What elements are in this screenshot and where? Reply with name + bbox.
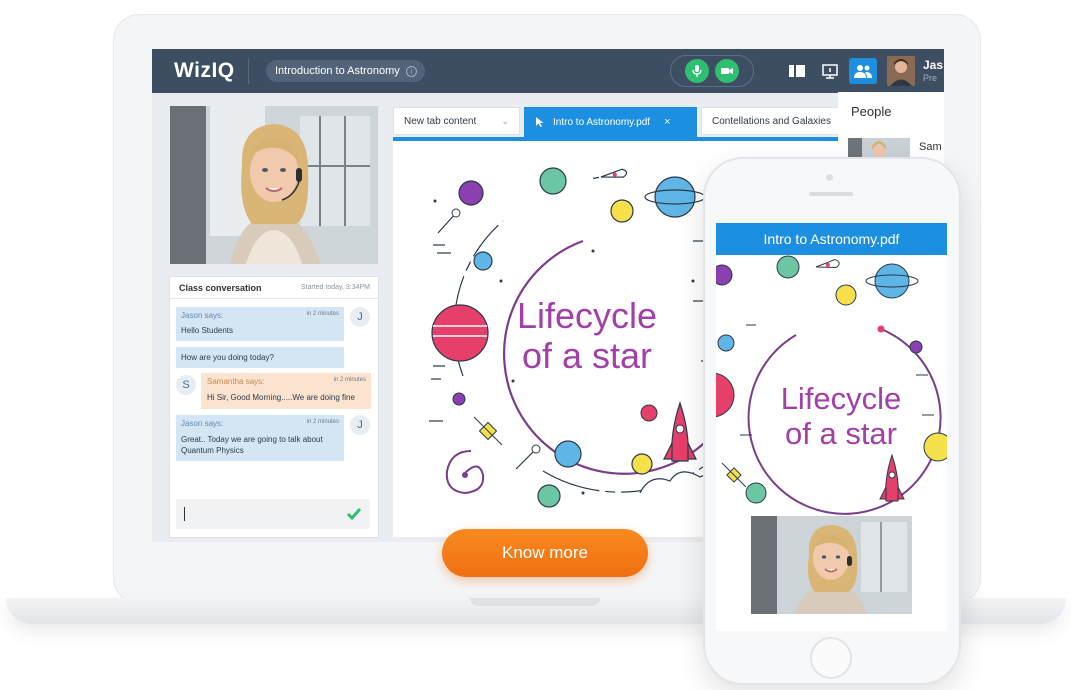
- people-button[interactable]: [849, 58, 877, 84]
- message-time: in 2 minutes: [306, 311, 339, 317]
- layout-button[interactable]: [786, 61, 808, 81]
- presenter-video[interactable]: [170, 106, 378, 264]
- text-caret: [184, 507, 185, 521]
- know-more-button[interactable]: Know more: [442, 529, 648, 577]
- screen-share-button[interactable]: [819, 61, 841, 81]
- user-role: Pre: [923, 73, 938, 83]
- info-icon[interactable]: i: [405, 65, 417, 77]
- user-avatar[interactable]: [887, 56, 915, 86]
- message-sender: Jason: [181, 419, 203, 428]
- mic-icon: [692, 65, 702, 77]
- tab-label: New tab content: [404, 115, 477, 127]
- chat-message: Jason says: in 2 minutes Hello Students: [176, 307, 344, 341]
- chat-input[interactable]: [176, 499, 370, 529]
- people-icon: [854, 65, 872, 78]
- message-text: Hi Sir, Good Morning.....We are doing fi…: [207, 393, 355, 402]
- phone-document-header[interactable]: Intro to Astronomy.pdf: [716, 223, 947, 255]
- message-says: says:: [204, 311, 224, 320]
- phone-presenter-photo: [751, 516, 912, 614]
- tab-intro-to-astronomy[interactable]: Intro to Astronomy.pdf ×: [524, 107, 697, 137]
- message-sender: Jason: [181, 311, 203, 320]
- check-icon[interactable]: [346, 507, 362, 521]
- class-title-pill[interactable]: Introduction to Astronomy i: [266, 60, 425, 82]
- phone-camera: [826, 174, 833, 181]
- chat-message: Samantha says: in 2 minutes Hi Sir, Good…: [201, 373, 371, 409]
- camera-icon: [721, 68, 733, 74]
- topbar-divider: [248, 58, 249, 84]
- message-text: How are you doing today?: [181, 353, 274, 362]
- phone-presenter-video[interactable]: [751, 516, 912, 614]
- class-title: Introduction to Astronomy: [275, 65, 400, 77]
- chevron-down-icon[interactable]: ⌄: [501, 116, 509, 127]
- chat-message: Jason says: in 2 minutes Great.. Today w…: [176, 415, 344, 461]
- message-says: says:: [204, 419, 224, 428]
- tab-new-tab-content[interactable]: New tab content ⌄: [393, 107, 520, 135]
- camera-button[interactable]: [715, 59, 739, 83]
- chat-title: Class conversation: [179, 282, 262, 293]
- user-photo: [887, 56, 915, 86]
- tab-constellations[interactable]: Contellations and Galaxies: [701, 107, 851, 135]
- sender-badge: J: [350, 415, 370, 435]
- rocket-icon: [593, 168, 628, 179]
- galaxy-icon: [445, 450, 485, 495]
- close-tab-icon[interactable]: ×: [664, 116, 670, 128]
- message-text: Hello Students: [181, 326, 234, 335]
- chat-started-time: Started today, 3:34PM: [300, 284, 370, 291]
- mic-button[interactable]: [685, 59, 709, 83]
- people-title: People: [851, 104, 892, 119]
- person-name[interactable]: Sam: [919, 141, 942, 153]
- message-time: in 2 minutes: [333, 377, 366, 383]
- tab-label: Contellations and Galaxies: [712, 115, 831, 127]
- presenter-photo: [170, 106, 378, 264]
- audio-video-controls: [670, 55, 754, 87]
- message-text: Great.. Today we are going to talk about…: [181, 435, 323, 455]
- message-sender: Samantha: [207, 377, 244, 386]
- phone-screen: Intro to Astronomy.pdf Lifecycle of a st…: [716, 223, 947, 631]
- top-bar: WizIQ Introduction to Astronomy i Jas Pr…: [152, 49, 944, 93]
- screen-share-icon: [822, 64, 838, 79]
- message-time: in 2 minutes: [306, 419, 339, 425]
- tab-label: Intro to Astronomy.pdf: [553, 116, 651, 128]
- laptop-notch: [470, 598, 600, 606]
- class-conversation-panel: Class conversation Started today, 3:34PM…: [170, 277, 378, 537]
- layout-icon: [789, 65, 805, 77]
- wiziq-logo[interactable]: WizIQ: [174, 59, 236, 83]
- sender-badge: J: [350, 307, 370, 327]
- phone-home-button[interactable]: [810, 637, 852, 679]
- phone-frame: Intro to Astronomy.pdf Lifecycle of a st…: [703, 157, 961, 685]
- satellite-icon: [473, 416, 503, 446]
- message-says: says:: [245, 377, 265, 386]
- document-tabs: New tab content ⌄ Intro to Astronomy.pdf…: [393, 107, 855, 137]
- chat-header: Class conversation Started today, 3:34PM: [170, 277, 378, 299]
- phone-speaker: [809, 192, 853, 196]
- phone-title-line2: of a star: [785, 416, 897, 451]
- cursor-icon: [536, 117, 544, 127]
- sender-badge: S: [176, 375, 196, 395]
- phone-document-title: Lifecycle of a star: [736, 381, 946, 451]
- chat-message: How are you doing today?: [176, 347, 344, 368]
- phone-title-line1: Lifecycle: [780, 381, 902, 416]
- user-name: Jas: [923, 58, 944, 72]
